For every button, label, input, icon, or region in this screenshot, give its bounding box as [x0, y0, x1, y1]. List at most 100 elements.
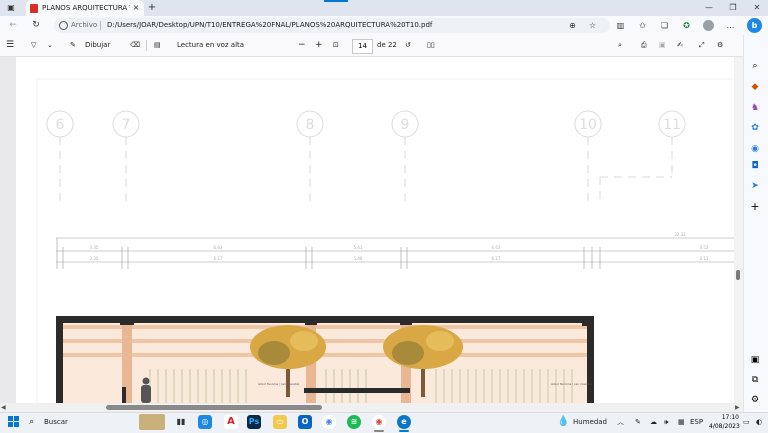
address-label: Archivo	[71, 21, 98, 29]
total-pages: de 22	[377, 41, 397, 49]
eraser-icon[interactable]: ⌫	[130, 35, 140, 56]
avatar[interactable]	[703, 20, 714, 31]
edge-icon[interactable]: e	[397, 415, 411, 429]
outlook-icon[interactable]: ◘	[748, 159, 762, 173]
tab-close-icon[interactable]: ×	[130, 0, 142, 16]
clock-date: 4/08/2023	[709, 423, 740, 430]
tree-label: Árbol Tecoma / (en maceta)	[551, 381, 592, 386]
chrome-profile-icon[interactable]: ◉	[372, 415, 386, 429]
notifications-icon[interactable]: ▭	[743, 412, 750, 432]
copilot-icon[interactable]: b	[747, 18, 762, 33]
spotify-icon[interactable]: ≋	[347, 415, 361, 429]
architecture-drawing: 6 7 8 9 10 11 3.35 6.63 5.41 6.63 3.52 3…	[36, 78, 734, 403]
page-number-input[interactable]: 14	[352, 39, 373, 54]
pdf-viewer[interactable]: 6 7 8 9 10 11 3.35 6.63 5.41 6.63 3.52 3…	[0, 57, 743, 403]
dimension-label: 6.17	[492, 256, 501, 261]
photoshop-icon[interactable]: Ps	[247, 415, 261, 429]
taskbar-search[interactable]: Buscar	[44, 412, 68, 432]
collections-icon[interactable]: ❏	[658, 18, 671, 33]
more-menu-icon[interactable]: …	[724, 18, 737, 33]
shopping-icon[interactable]: ◆	[748, 80, 762, 94]
task-view-icon[interactable]: ▮▮	[174, 415, 188, 429]
refresh-icon[interactable]: ↻	[29, 17, 43, 34]
games-icon[interactable]: ♞	[748, 101, 762, 115]
pdf-icon	[30, 4, 38, 13]
rotate-icon[interactable]: ↺	[405, 35, 411, 56]
search-icon[interactable]: ⌕	[29, 412, 34, 432]
network-icon[interactable]: ▦	[678, 412, 685, 432]
minimize-button[interactable]: —	[698, 0, 720, 16]
back-arrow-icon[interactable]: ←	[6, 17, 20, 34]
split-view-icon[interactable]: ▣	[748, 353, 762, 367]
dimension-label: 3.35	[90, 256, 99, 261]
open-window-icon[interactable]: ⧉	[748, 373, 762, 387]
chevron-up-icon[interactable]: ︿	[617, 412, 624, 432]
app-icon[interactable]: ◎	[198, 415, 212, 429]
axis-label: 9	[401, 117, 410, 133]
edit-tray-icon[interactable]: ✎	[635, 412, 641, 432]
split-screen-icon[interactable]: ▥	[614, 18, 627, 33]
dimension-label: 3.52	[700, 245, 709, 250]
read-aloud-button[interactable]: Lectura en voz alta	[177, 35, 244, 56]
close-button[interactable]: ✕	[746, 0, 768, 16]
horizontal-scroll-thumb[interactable]	[106, 405, 322, 410]
cloud-icon[interactable]: ☁	[650, 412, 657, 432]
dimension-label: 5.46	[354, 256, 363, 261]
zoom-out-button[interactable]: −	[298, 35, 306, 56]
scroll-right-icon[interactable]: ▶	[735, 403, 740, 412]
acrobat-icon[interactable]: A	[224, 415, 238, 429]
language-indicator[interactable]: ESP	[690, 412, 703, 432]
toolbar-divider	[146, 40, 147, 51]
zoom-in-button[interactable]: +	[315, 35, 323, 56]
add-sidebar-app-icon[interactable]: +	[748, 200, 762, 214]
dimension-label: 3.35	[90, 245, 99, 250]
windows-start-icon[interactable]	[8, 416, 19, 427]
address-url[interactable]: D:/Users/JOAR/Desktop/UPN/T10/ENTREGA%20…	[107, 18, 562, 33]
read-aloud-icon[interactable]: ▤	[154, 35, 161, 56]
search-highlight-image[interactable]	[139, 414, 165, 430]
page-view-icon[interactable]: ▯▯	[427, 35, 435, 56]
info-icon[interactable]	[59, 21, 68, 30]
favorites-icon[interactable]: ✩	[636, 18, 649, 33]
zoom-icon[interactable]: ⊕	[566, 18, 579, 33]
office-icon[interactable]: ◉	[748, 142, 762, 156]
chevron-down-icon[interactable]: ⌄	[47, 35, 53, 56]
save-icon[interactable]: ▣	[659, 35, 666, 56]
contents-menu-icon[interactable]: ☰	[6, 35, 14, 56]
volume-icon[interactable]: 🕪	[664, 412, 668, 432]
draw-icon[interactable]: ✎	[70, 35, 76, 56]
clock-time: 17:10	[721, 414, 739, 421]
tools-icon[interactable]: ✿	[748, 121, 762, 135]
extension-icon[interactable]: ✪	[680, 18, 693, 33]
clock[interactable]: 17:10 4/08/2023	[709, 413, 740, 431]
tab-actions-icon[interactable]: ▣	[3, 0, 19, 16]
new-tab-button[interactable]: +	[146, 0, 158, 16]
outlook-icon[interactable]: O	[298, 415, 312, 429]
dimension-label: 6.63	[214, 245, 223, 250]
print-icon[interactable]: ⎙	[641, 35, 647, 56]
weather-icon[interactable]: 💧	[557, 412, 569, 432]
axis-label: 6	[56, 117, 65, 133]
favorite-star-icon[interactable]: ☆	[586, 18, 599, 33]
widgets-icon[interactable]: ◐	[756, 412, 762, 432]
fullscreen-icon[interactable]: ⤢	[699, 35, 705, 56]
fit-page-icon[interactable]: ⊡	[333, 35, 339, 56]
search-icon[interactable]: ⌕	[748, 59, 762, 73]
settings-gear-icon[interactable]: ⚙	[717, 35, 723, 56]
sidebar-settings-icon[interactable]: ⚙	[748, 393, 762, 407]
send-icon[interactable]: ➤	[748, 179, 762, 193]
save-as-icon[interactable]: ✍	[677, 35, 683, 56]
drag-indicator	[324, 0, 348, 2]
vertical-scroll-thumb[interactable]	[736, 270, 740, 280]
chrome-icon[interactable]: ◉	[322, 415, 336, 429]
maximize-button[interactable]: ❐	[722, 0, 744, 16]
vertical-scrollbar[interactable]	[734, 57, 743, 403]
dimension-label: 6.63	[492, 245, 501, 250]
file-explorer-icon[interactable]: ▭	[273, 415, 287, 429]
scroll-left-icon[interactable]: ◀	[1, 403, 6, 412]
axis-label: 10	[579, 117, 597, 133]
weather-label[interactable]: Humedad	[573, 412, 607, 432]
draw-button[interactable]: Dibujar	[85, 35, 110, 56]
highlight-icon[interactable]: ▽	[31, 35, 36, 56]
search-icon[interactable]: ⌕	[618, 35, 622, 56]
